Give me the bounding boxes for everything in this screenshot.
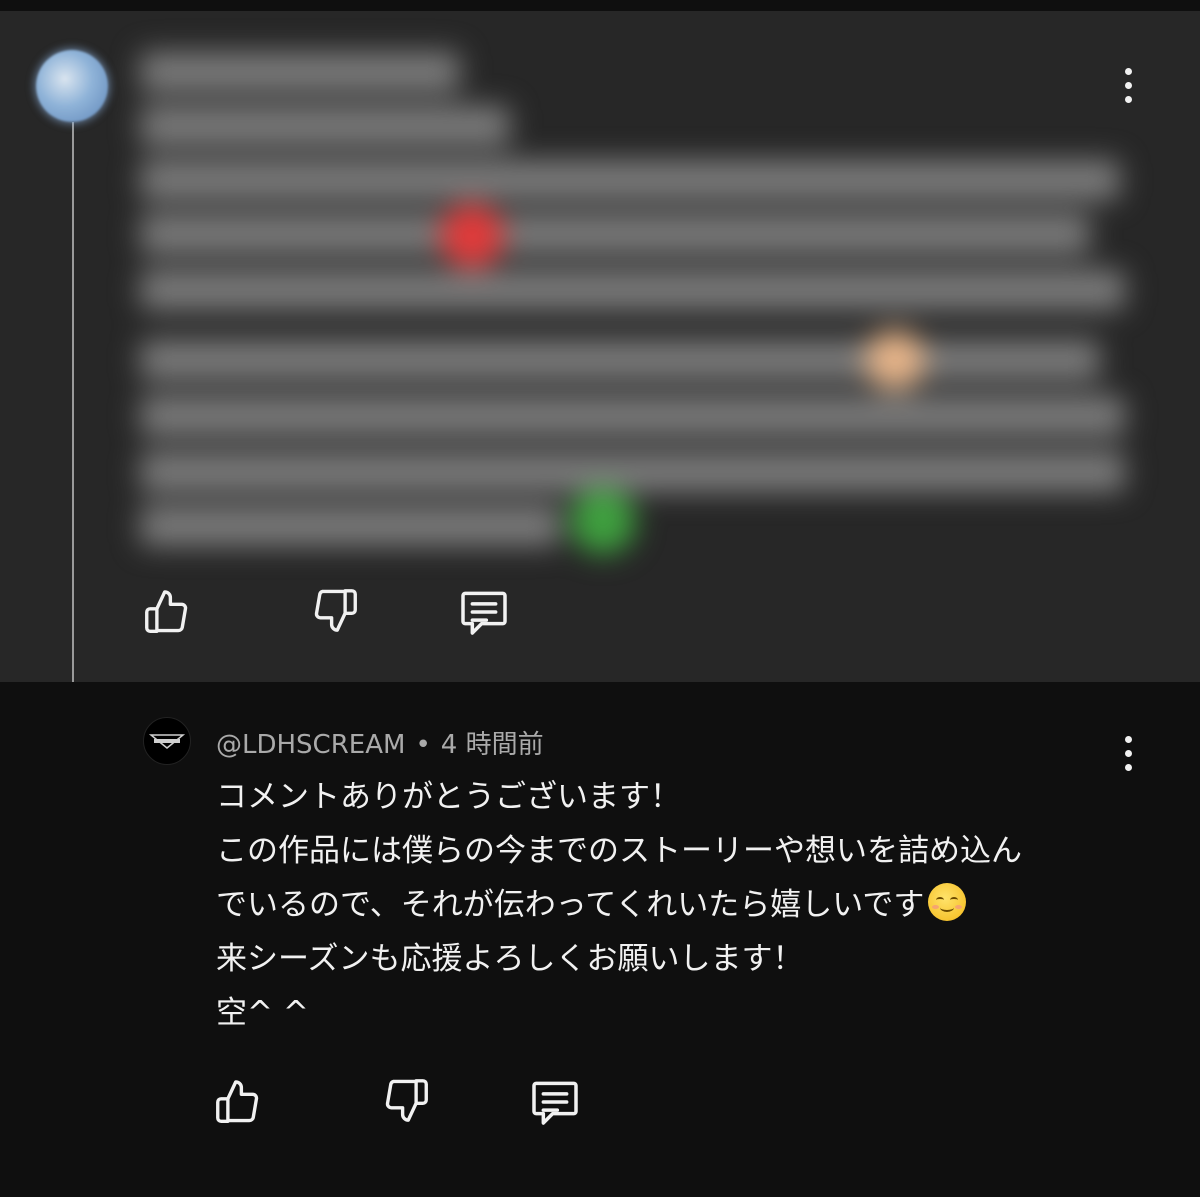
reply-line-3-wrap: でいるので、それが伝わってくれいたら嬉しいです [216,878,1096,932]
reply-body: コメントありがとうございます！ この作品には僕らの今までのストーリーや想いを詰め… [216,770,1096,1040]
reply-line-3: でいるので、それが伝わってくれいたら嬉しいです [216,887,925,923]
parent-more-options-icon[interactable] [1122,66,1134,106]
parent-comment-blurred-text [140,40,1130,560]
parent-reply-comment-icon[interactable] [456,584,512,640]
parent-dislike-thumbs-down-icon[interactable] [308,584,362,638]
smiling-face-icon [928,883,967,921]
reply-dislike-thumbs-down-icon[interactable] [379,1074,433,1128]
thread-connector-line [72,122,142,740]
meta-separator: • [415,730,431,760]
reply-like-thumbs-up-icon[interactable] [211,1074,265,1128]
reply-line-1: コメントありがとうございます！ [216,779,681,815]
reply-line-2: この作品には僕らの今までのストーリーや想いを詰め込ん [216,833,1022,869]
reply-line-4: 来シーズンも応援よろしくお願いします！ [216,941,804,977]
reply-meta: @LDHSCREAM • 4 時間前 [216,724,544,761]
reply-reply-comment-icon[interactable] [527,1074,583,1130]
top-bar [0,0,1200,11]
reply-more-options-icon[interactable] [1122,734,1134,774]
parent-like-thumbs-up-icon[interactable] [140,584,194,638]
reply-author-avatar[interactable] [143,717,191,765]
reply-author-name[interactable]: @LDHSCREAM [216,730,405,760]
reply-timestamp: 4 時間前 [440,730,544,760]
parent-comment-avatar[interactable] [36,50,108,122]
reply-line-5: 空^ ^ [216,995,309,1031]
